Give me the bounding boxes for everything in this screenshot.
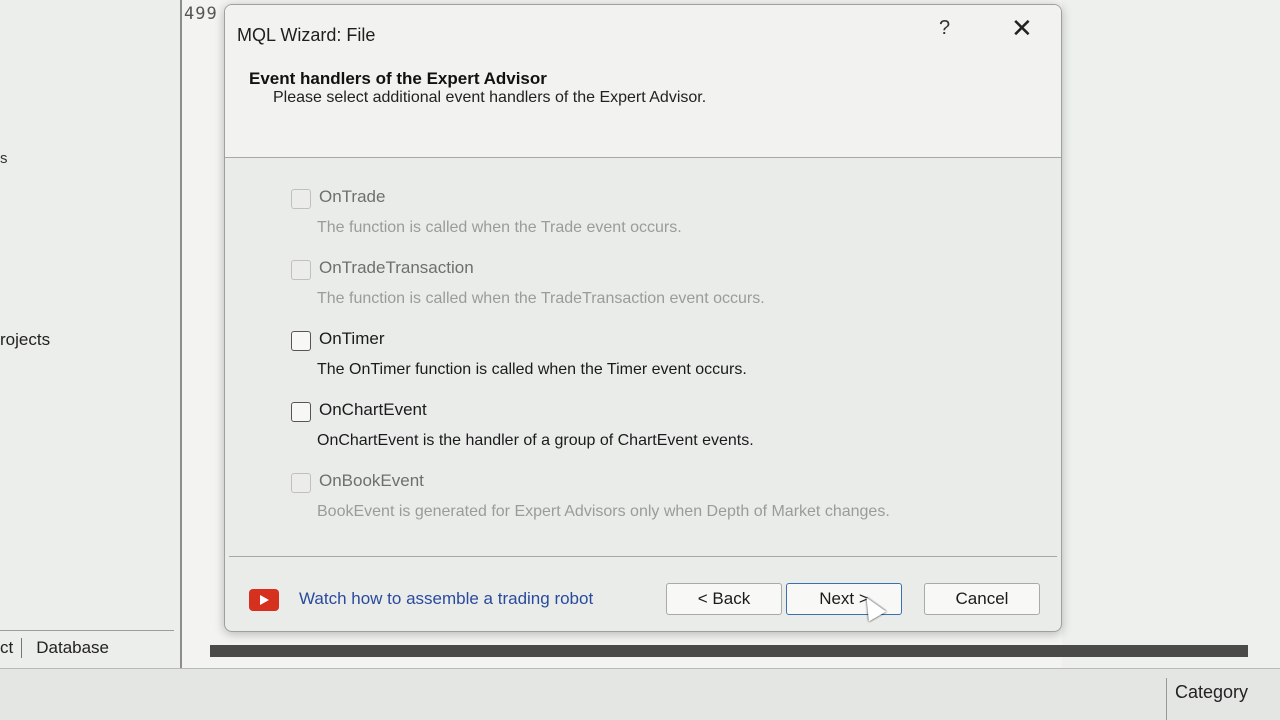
line-number: 499 (184, 4, 218, 24)
watch-video-link[interactable]: Watch how to assemble a trading robot (299, 589, 593, 609)
handler-name: OnBookEvent (319, 471, 424, 490)
horizontal-scrollbar[interactable] (210, 645, 1248, 657)
mql-wizard-dialog: MQL Wizard: File ? ✕ Event handlers of t… (224, 4, 1062, 632)
ontimer-checkbox[interactable] (291, 331, 311, 351)
section-subtitle: Please select additional event handlers … (273, 89, 707, 106)
dialog-header: MQL Wizard: File ? ✕ Event handlers of t… (225, 5, 1061, 158)
ontradetransaction-checkbox[interactable] (291, 260, 311, 280)
handler-name: OnTradeTransaction (319, 258, 474, 277)
handler-description: The function is called when the Trade ev… (317, 219, 682, 236)
bottom-panel (0, 668, 1280, 720)
section-title: Event handlers of the Expert Advisor (249, 69, 547, 88)
tab-database[interactable]: Database (22, 638, 109, 658)
tab-project[interactable]: ct (0, 638, 23, 658)
back-button[interactable]: < Back (666, 583, 782, 615)
youtube-play-icon[interactable] (249, 589, 279, 611)
bottom-tabs: ct Database (0, 630, 174, 665)
handler-description: BookEvent is generated for Expert Adviso… (317, 503, 890, 520)
handler-name: OnTrade (319, 187, 386, 206)
dialog-title: MQL Wizard: File (237, 25, 376, 45)
handler-description: OnChartEvent is the handler of a group o… (317, 432, 754, 449)
projects-label[interactable]: rojects (0, 330, 50, 350)
onbookevent-checkbox[interactable] (291, 473, 311, 493)
handler-name: OnChartEvent (319, 400, 427, 419)
help-button[interactable]: ? (939, 17, 950, 40)
footer-divider (229, 556, 1057, 557)
handler-name: OnTimer (319, 329, 385, 348)
cancel-button[interactable]: Cancel (924, 583, 1040, 615)
handler-description: The OnTimer function is called when the … (317, 361, 747, 378)
onchartevent-checkbox[interactable] (291, 402, 311, 422)
project-panel-fragment: s (0, 150, 8, 167)
right-pane (1062, 0, 1280, 668)
category-column-header[interactable]: Category (1166, 678, 1280, 720)
ontrade-checkbox[interactable] (291, 189, 311, 209)
handler-description: The function is called when the TradeTra… (317, 290, 765, 307)
close-button[interactable]: ✕ (1011, 13, 1033, 44)
